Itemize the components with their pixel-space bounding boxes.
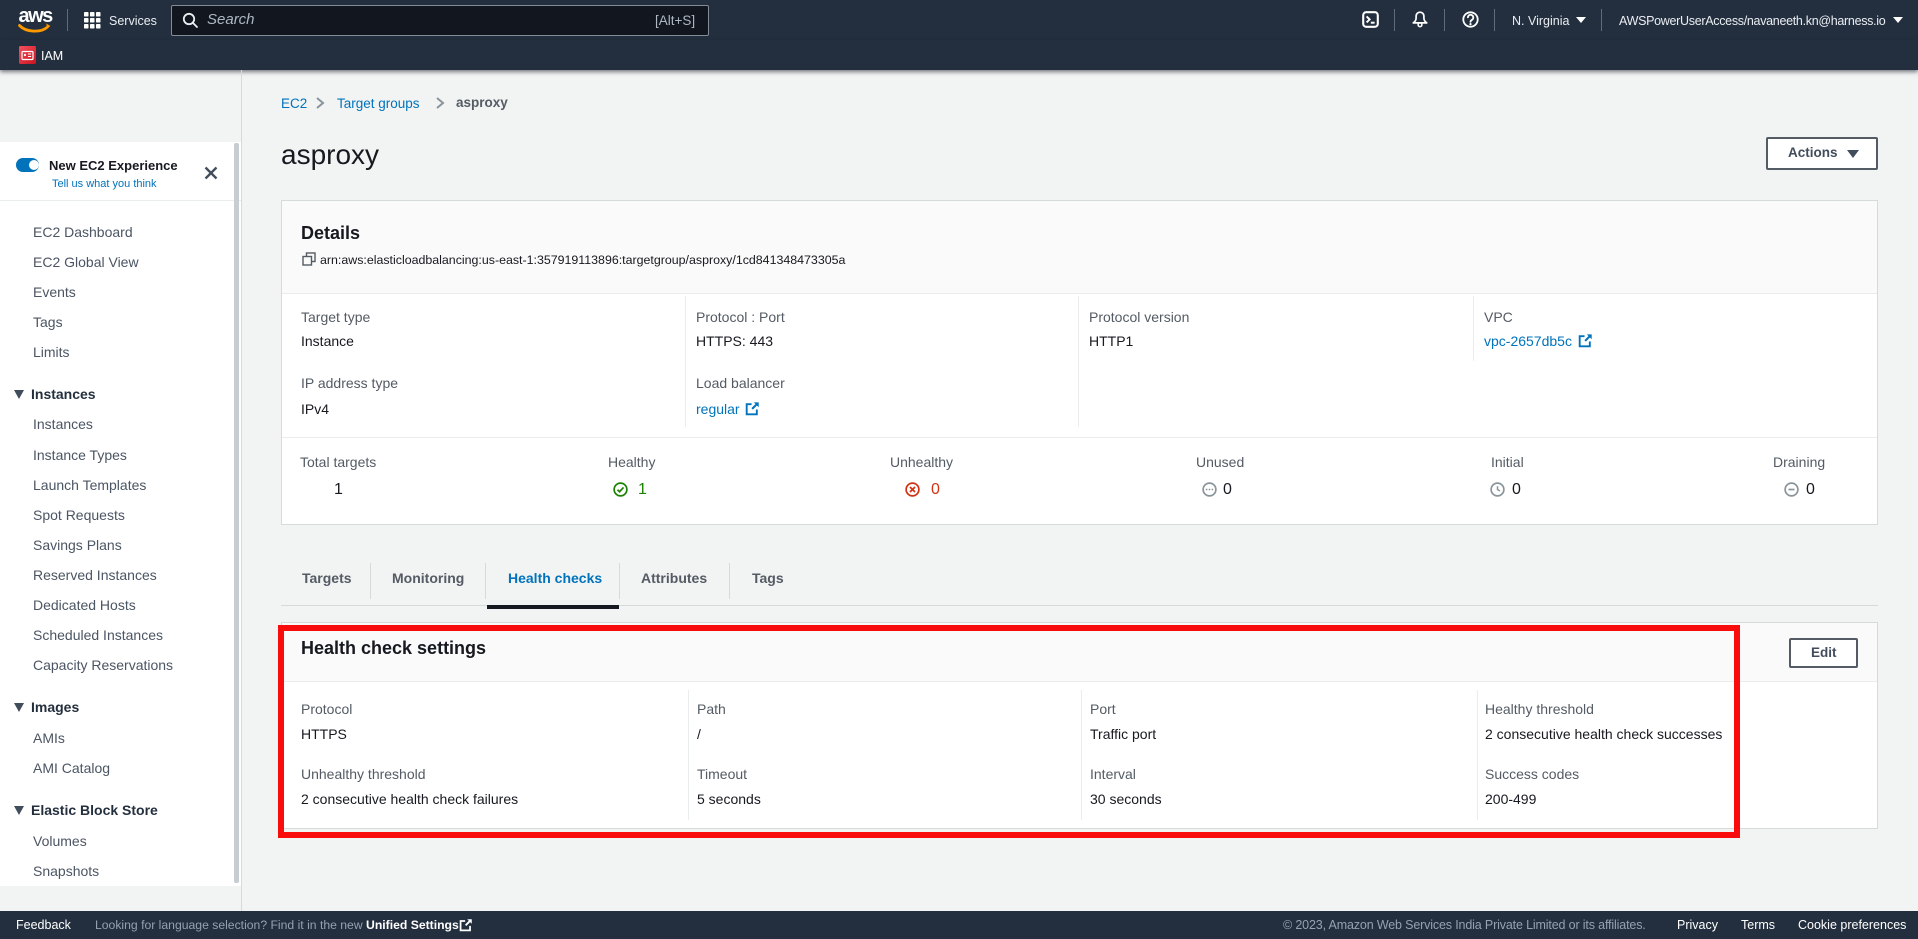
svg-text:aws: aws — [19, 5, 54, 27]
